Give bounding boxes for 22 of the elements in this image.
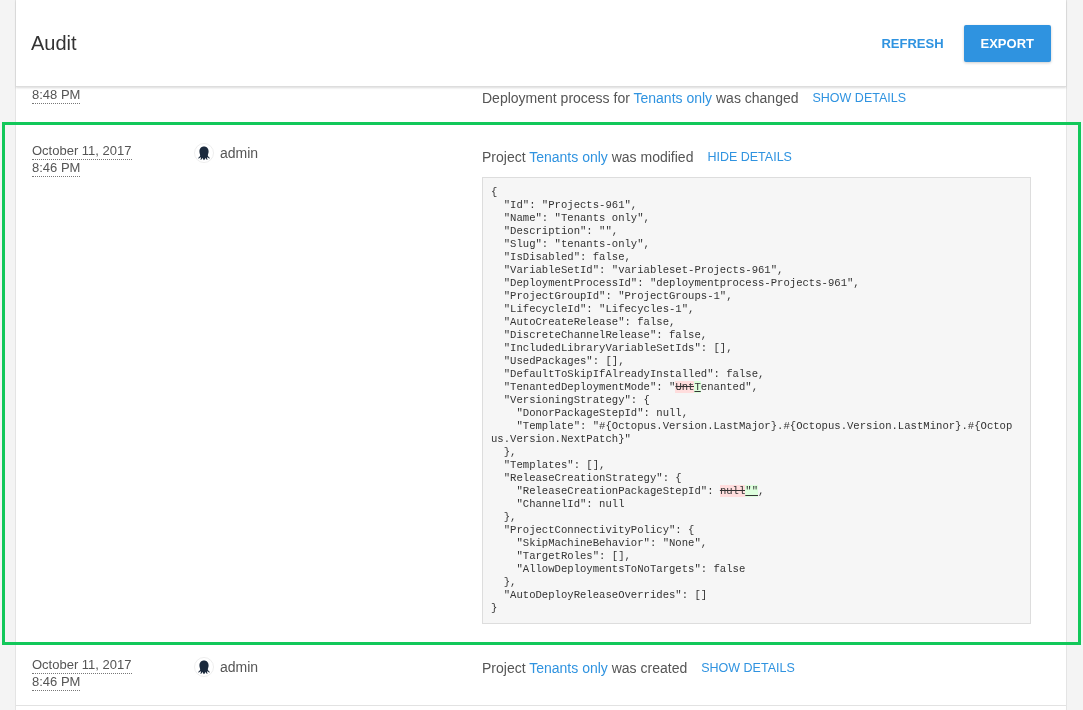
project-link[interactable]: Tenants only — [633, 90, 713, 106]
user-name: admin — [220, 658, 259, 677]
export-button[interactable]: EXPORT — [963, 24, 1051, 62]
audit-message: Project Tenants only was modified — [482, 149, 694, 165]
user-name: admin — [220, 144, 259, 163]
project-link[interactable]: Tenants only — [529, 149, 608, 165]
details-toggle-link[interactable]: SHOW DETAILS — [701, 661, 795, 675]
entry-time: 8:48 PM — [32, 87, 81, 104]
entry-date: October 11, 2017 — [32, 657, 132, 674]
octopus-avatar-icon — [194, 657, 214, 677]
audit-message: Project Tenants only was created — [482, 660, 688, 676]
page-title: Audit — [31, 31, 77, 55]
json-diff-panel: { "Id": "Projects-961", "Name": "Tenants only", "Description": "", "Slug": "tenants-only", "IsDisabled": false, "VariableSetId": "variableset-Projects-961", "DeploymentProcessId": "deploymentprocess-Projects-961", "ProjectGroupId": "ProjectGroups-1", "LifecycleId": "Lifecycles-1", "AutoCreateRelease": false, "DiscreteChannelRelease": false, "IncludedLibraryVariableSetIds": [], "UsedPackages": [], "DefaultToSkipIfAlreadyInstalled": false, "TenantedDeploymentMode": "UntTenanted", "VersioningStrategy": { "DonorPackageStepId": null, "Template": "#{Octopus.Version.LastMajor}.#{Octopus.Version.LastMinor}.#{Octopus.Version.NextPatch}" }, "Templates": [], "ReleaseCreationStrategy": { "ReleaseCreationPackageStepId": null"", "ChannelId": null }, "ProjectConnectivityPolicy": { "SkipMachineBehavior": "None", "TargetRoles": [], "AllowDeploymentsToNoTargets": false }, "AutoDeployReleaseOverrides": [] } — [482, 177, 1031, 624]
octopus-avatar-icon — [194, 143, 214, 163]
project-link[interactable]: Tenants only — [529, 660, 608, 676]
refresh-button[interactable]: REFRESH — [881, 35, 944, 51]
entry-time: 8:46 PM — [32, 674, 81, 691]
audit-message: Deployment process for Tenants only was changed — [482, 90, 799, 106]
entry-date: October 11, 2017 — [32, 143, 132, 160]
entry-time: 8:46 PM — [32, 160, 81, 177]
details-toggle-link[interactable]: HIDE DETAILS — [707, 150, 792, 164]
details-toggle-link[interactable]: SHOW DETAILS — [812, 91, 907, 105]
